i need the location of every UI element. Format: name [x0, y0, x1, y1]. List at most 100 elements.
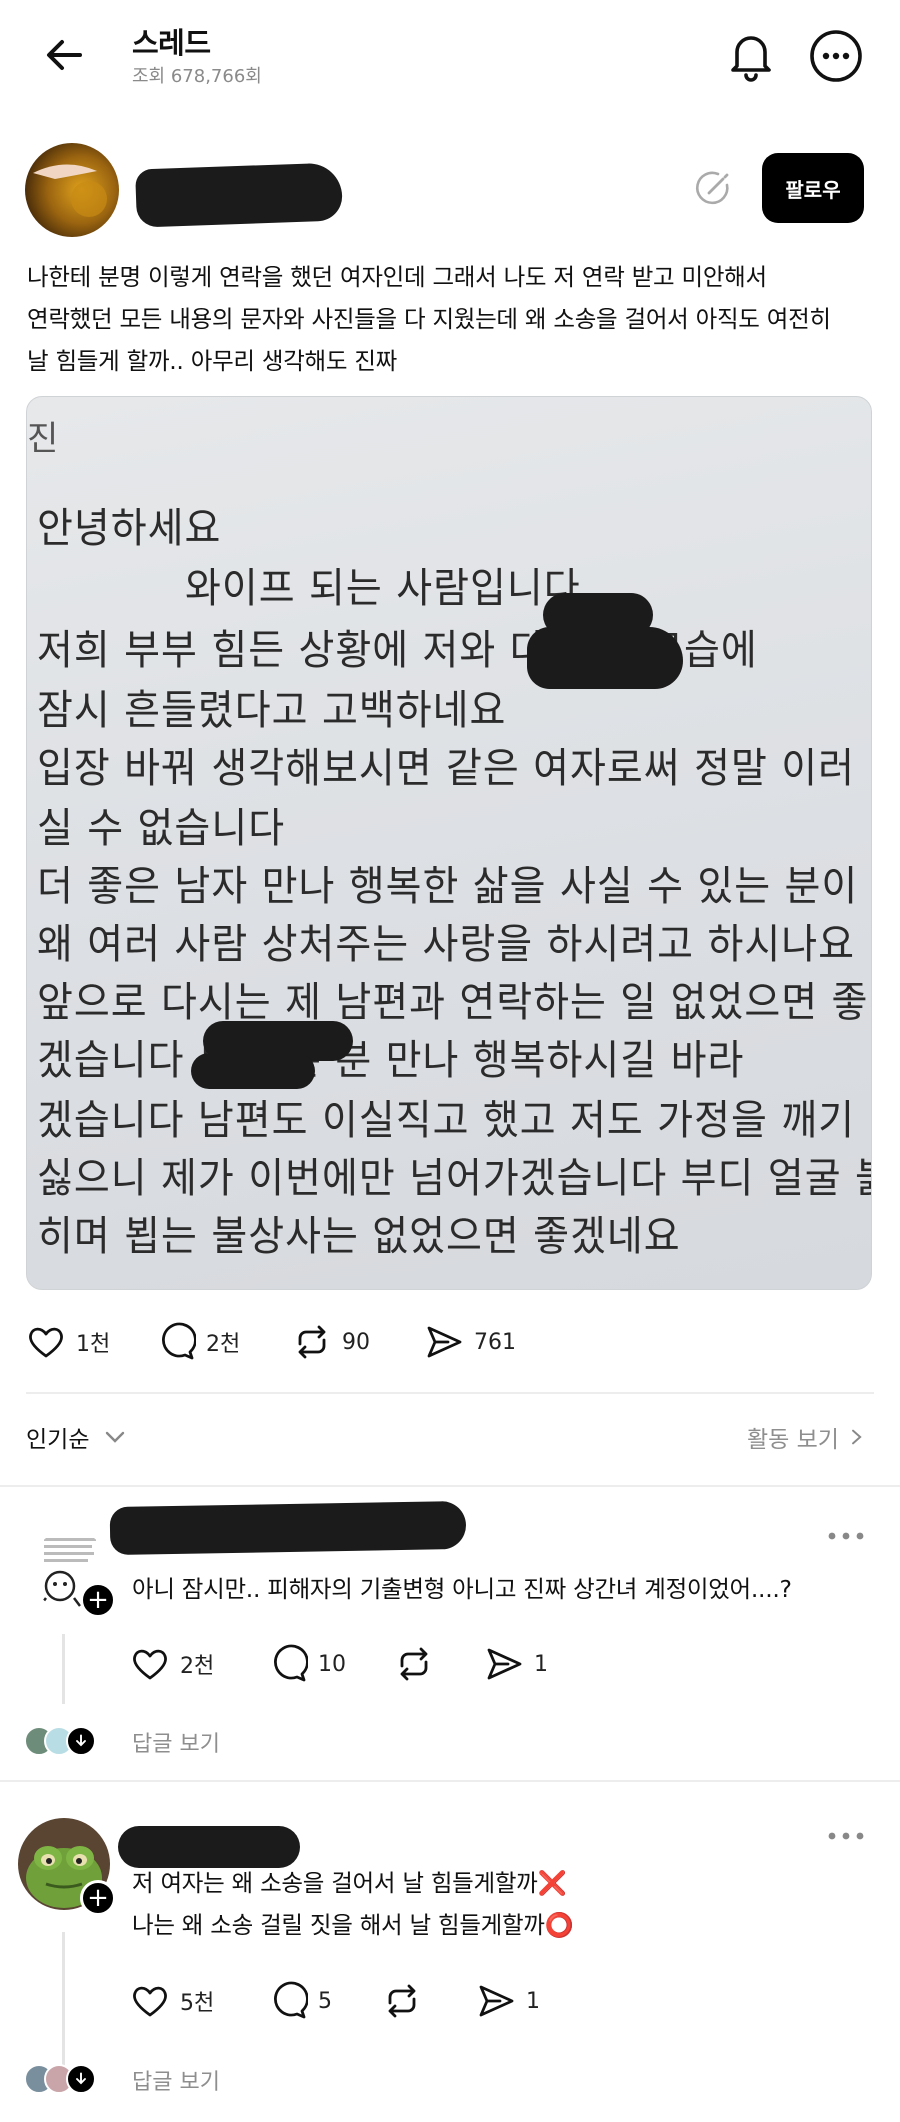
repost-icon: [400, 1647, 428, 1681]
comment-like-count: 5천: [180, 1991, 215, 2016]
comment-reply-button[interactable]: 5: [268, 1981, 332, 2021]
chevron-down-icon: [106, 1431, 125, 1443]
comment-share-button[interactable]: 1: [484, 1644, 548, 1684]
chevron-right-icon: [851, 1429, 862, 1445]
follow-plus-button[interactable]: +: [80, 1582, 116, 1618]
like-count: 1천: [76, 1332, 111, 1357]
share-button[interactable]: 761: [424, 1322, 516, 1362]
edit-button[interactable]: [694, 168, 734, 208]
redaction-mark: [191, 1053, 315, 1089]
view-replies-link[interactable]: 답글 보기: [132, 2064, 220, 2096]
author-avatar[interactable]: [25, 143, 119, 237]
arrow-left-icon: [47, 40, 82, 70]
comment-reply-button[interactable]: 10: [268, 1644, 346, 1684]
heart-icon: [133, 1986, 167, 2017]
letter-line: 더 좋은 남자 만나 행복한 삶을 사실 수 있는 분이: [37, 863, 859, 911]
letter-line: 겠습니다 도 좋은 분 만나 행복하시길 바라: [37, 1037, 745, 1085]
photo-corner-text: 진: [27, 419, 59, 459]
plus-icon: +: [87, 1585, 109, 1615]
comment-text: 아니 잠시만.. 피해자의 기출변형 아니고 진짜 상간녀 계정이었어....?: [132, 1575, 792, 1603]
post-text-line: 날 힘들게 할까.. 아무리 생각해도 진짜: [27, 347, 397, 375]
view-replies-link[interactable]: 답글 보기: [132, 1726, 220, 1758]
ellipsis-icon: [828, 1832, 864, 1840]
comment-bubble-icon: [162, 1322, 196, 1360]
back-button[interactable]: [40, 30, 90, 80]
more-options-button[interactable]: [808, 28, 864, 84]
letter-line: 싫으니 제가 이번에만 넘어가겠습니다 부디 얼굴 붉: [37, 1155, 872, 1203]
bell-icon: [731, 36, 771, 82]
reply-avatars: [24, 2064, 96, 2094]
thread-line: [62, 1932, 65, 2082]
reply-avatars: [24, 1726, 96, 1756]
like-button[interactable]: 1천: [26, 1322, 110, 1362]
letter-line: 실 수 없습니다: [37, 805, 286, 853]
comment-reply-count: 5: [318, 1988, 332, 2014]
sort-dropdown[interactable]: 인기순: [26, 1420, 127, 1454]
comment-text-line: 저 여자는 왜 소송을 걸어서 날 힘들게할까❌: [132, 1869, 567, 1897]
comment-like-button[interactable]: 2천: [130, 1644, 214, 1684]
comment-share-count: 1: [534, 1651, 548, 1677]
letter-line: 와이프 되는 사람입니다: [185, 565, 581, 613]
comment-like-button[interactable]: 5천: [130, 1981, 214, 2021]
plus-icon: +: [87, 1883, 109, 1913]
repost-icon: [298, 1325, 326, 1359]
letter-line: 겠습니다 남편도 이실직고 했고 저도 가정을 깨기: [37, 1097, 855, 1145]
follow-button[interactable]: 팔로우: [762, 153, 864, 223]
redacted-username: [109, 1500, 467, 1556]
post-text-line: 연락했던 모든 내용의 문자와 사진들을 다 지웠는데 왜 소송을 걸어서 아직…: [27, 305, 831, 333]
comment-repost-button[interactable]: [394, 1644, 444, 1684]
post-text-line: 나한테 분명 이렇게 연락을 했던 여자인데 그래서 나도 저 연락 받고 미안…: [27, 263, 767, 291]
comment-bubble-icon: [274, 1981, 308, 2019]
send-icon: [487, 1648, 522, 1680]
letter-line: 왜 여러 사람 상처주는 사랑을 하시려고 하시나요: [37, 921, 855, 969]
ellipsis-icon: [828, 1532, 864, 1540]
comment-count: 2천: [206, 1332, 241, 1357]
post-body: 나한테 분명 이렇게 연락을 했던 여자인데 그래서 나도 저 연락 받고 미안…: [27, 256, 877, 382]
send-icon: [427, 1326, 462, 1358]
avatar-image: [25, 143, 119, 237]
letter-line: 잠시 흔들렸다고 고백하네요: [37, 687, 507, 735]
repost-button[interactable]: 90: [292, 1322, 370, 1362]
letter-line: 앞으로 다시는 제 남편과 연락하는 일 없었으면 좋: [37, 979, 869, 1027]
follow-plus-button[interactable]: +: [80, 1880, 116, 1916]
thread-line: [62, 1634, 65, 1704]
reply-avatar-more: [66, 1726, 96, 1756]
arrow-down-icon: [76, 2072, 86, 2085]
arrow-down-icon: [76, 1734, 86, 1747]
comment-like-count: 2천: [180, 1654, 215, 1679]
divider: [0, 1780, 900, 1782]
comment-bubble-icon: [274, 1644, 308, 1682]
comment-more-button[interactable]: [826, 1830, 866, 1842]
redacted-username: [135, 162, 343, 228]
repost-count: 90: [342, 1329, 370, 1355]
comment-share-button[interactable]: 1: [476, 1981, 540, 2021]
sort-label: 인기순: [26, 1427, 90, 1453]
repost-icon: [388, 1984, 416, 2018]
letter-line: 안녕하세요: [37, 505, 222, 553]
page-title: 스레드: [132, 26, 211, 60]
share-count: 761: [474, 1329, 516, 1355]
comment-share-count: 1: [526, 1988, 540, 2014]
edit-icon: [696, 171, 729, 205]
comment-repost-button[interactable]: [382, 1981, 432, 2021]
more-circle-icon: [810, 30, 862, 82]
comment-body: 저 여자는 왜 소송을 걸어서 날 힘들게할까❌ 나는 왜 소송 걸릴 짓을 해…: [132, 1862, 574, 1946]
post-image[interactable]: 진 안녕하세요 와이프 되는 사람입니다 저희 부부 힘든 상황에 저와 다른 …: [26, 396, 872, 1290]
comment-reply-count: 10: [318, 1651, 346, 1677]
notification-button[interactable]: [722, 26, 780, 84]
view-count: 조회 678,766회: [132, 66, 262, 87]
divider: [26, 1392, 874, 1394]
comment-text-line: 나는 왜 소송 걸릴 짓을 해서 날 힘들게할까⭕: [132, 1911, 574, 1939]
comment-more-button[interactable]: [826, 1530, 866, 1542]
heart-icon: [133, 1649, 167, 1680]
divider: [0, 1485, 900, 1487]
comment-button[interactable]: 2천: [156, 1322, 240, 1362]
redaction-mark: [527, 627, 683, 689]
letter-line: 히며 뵙는 불상사는 없었으면 좋겠네요: [37, 1213, 681, 1261]
reply-avatar-more: [66, 2064, 96, 2094]
activity-label: 활동 보기: [747, 1427, 839, 1453]
activity-link[interactable]: 활동 보기: [747, 1420, 865, 1454]
heart-icon: [29, 1327, 63, 1358]
letter-line: 입장 바꿔 생각해보시면 같은 여자로써 정말 이러: [37, 745, 855, 793]
send-icon: [479, 1985, 514, 2017]
